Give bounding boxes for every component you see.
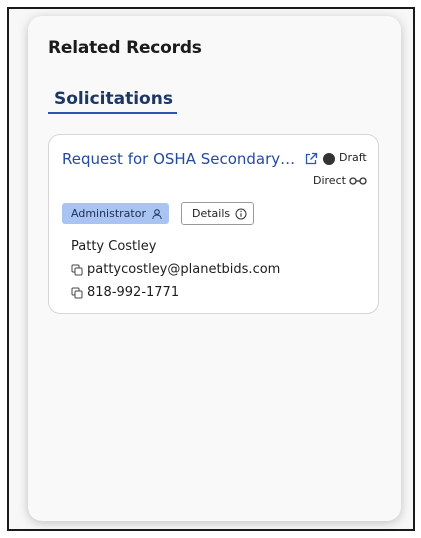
contact-phone: 818-992-1771 — [87, 285, 180, 300]
window-frame: Related Records Solicitations Request fo… — [7, 7, 415, 531]
key-connector-icon — [349, 177, 367, 185]
related-records-panel: Related Records Solicitations Request fo… — [28, 16, 401, 521]
status-label: Draft — [339, 151, 367, 164]
contact-email-row: pattycostley@planetbids.com — [71, 262, 280, 277]
panel-title: Related Records — [48, 38, 202, 58]
contact-email: pattycostley@planetbids.com — [87, 262, 281, 277]
details-button[interactable]: Details — [181, 202, 254, 225]
status-dot-icon — [323, 153, 335, 165]
contact-name: Patty Costley — [71, 239, 157, 254]
copy-icon[interactable] — [71, 264, 83, 276]
record-type-label: Direct — [313, 174, 346, 187]
contact-phone-row: 818-992-1771 — [71, 285, 179, 300]
record-title-link[interactable]: Request for OSHA Secondary Containment — [62, 150, 298, 168]
user-icon — [152, 208, 162, 219]
role-badge-label: Administrator — [71, 207, 146, 220]
info-icon — [235, 208, 247, 219]
copy-icon[interactable] — [71, 287, 83, 299]
record-card: Request for OSHA Secondary Containment D… — [48, 134, 379, 314]
role-badge: Administrator — [62, 203, 169, 224]
tab-solicitations[interactable]: Solicitations — [48, 89, 177, 114]
details-button-label: Details — [192, 207, 231, 220]
external-link-icon[interactable] — [304, 152, 318, 166]
